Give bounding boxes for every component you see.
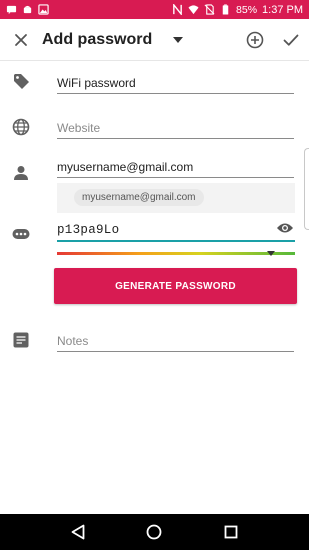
- back-button[interactable]: [64, 518, 92, 546]
- password-field[interactable]: p13pa9Lo: [57, 222, 295, 242]
- android-notification-icon: [22, 4, 33, 15]
- add-field-button[interactable]: [237, 19, 273, 61]
- battery-percent: 85%: [236, 3, 258, 16]
- app-bar: Add password: [0, 19, 309, 61]
- toggle-visibility-button[interactable]: [276, 221, 294, 237]
- close-icon: [15, 33, 27, 46]
- home-button[interactable]: [140, 518, 168, 546]
- notes-icon: [11, 330, 31, 350]
- eye-icon: [277, 223, 293, 233]
- back-triangle-icon: [71, 524, 85, 540]
- home-circle-icon: [147, 524, 162, 540]
- close-button[interactable]: [0, 19, 42, 61]
- battery-icon: [220, 4, 231, 15]
- message-notification-icon: [6, 4, 17, 15]
- title-field[interactable]: WiFi password: [57, 76, 294, 94]
- page-title: Add password: [42, 30, 153, 48]
- clock: 1:37 PM: [262, 3, 303, 16]
- save-button[interactable]: [273, 19, 309, 61]
- nfc-icon: [172, 4, 183, 15]
- website-field[interactable]: Website: [57, 121, 294, 139]
- system-navigation-bar: [0, 514, 309, 550]
- status-bar: 85% 1:37 PM: [0, 0, 309, 19]
- person-icon: [11, 163, 31, 183]
- notes-field[interactable]: Notes: [57, 334, 294, 352]
- globe-icon: [11, 117, 31, 137]
- wifi-icon: [188, 4, 199, 15]
- add-circle-icon: [246, 31, 264, 48]
- recents-square-icon: [224, 525, 238, 539]
- username-suggestion-strip: myusername@gmail.com: [57, 183, 295, 213]
- password-strength-marker: [267, 251, 275, 256]
- system-status: 85% 1:37 PM: [172, 4, 303, 16]
- caret-down-icon: [173, 36, 184, 43]
- generate-password-button[interactable]: GENERATE PASSWORD: [54, 268, 297, 304]
- password-strength-bar: [57, 252, 295, 255]
- side-panel-handle[interactable]: [304, 148, 309, 230]
- no-sim-icon: [204, 4, 215, 15]
- check-icon: [283, 34, 299, 46]
- username-field[interactable]: myusername@gmail.com: [57, 160, 294, 178]
- image-notification-icon: [38, 4, 49, 15]
- recents-button[interactable]: [217, 518, 245, 546]
- tag-icon: [11, 71, 31, 91]
- type-dropdown-button[interactable]: [170, 32, 186, 48]
- password-dots-icon: [11, 224, 31, 244]
- notification-icons: [6, 4, 49, 15]
- username-suggestion-chip[interactable]: myusername@gmail.com: [74, 189, 204, 206]
